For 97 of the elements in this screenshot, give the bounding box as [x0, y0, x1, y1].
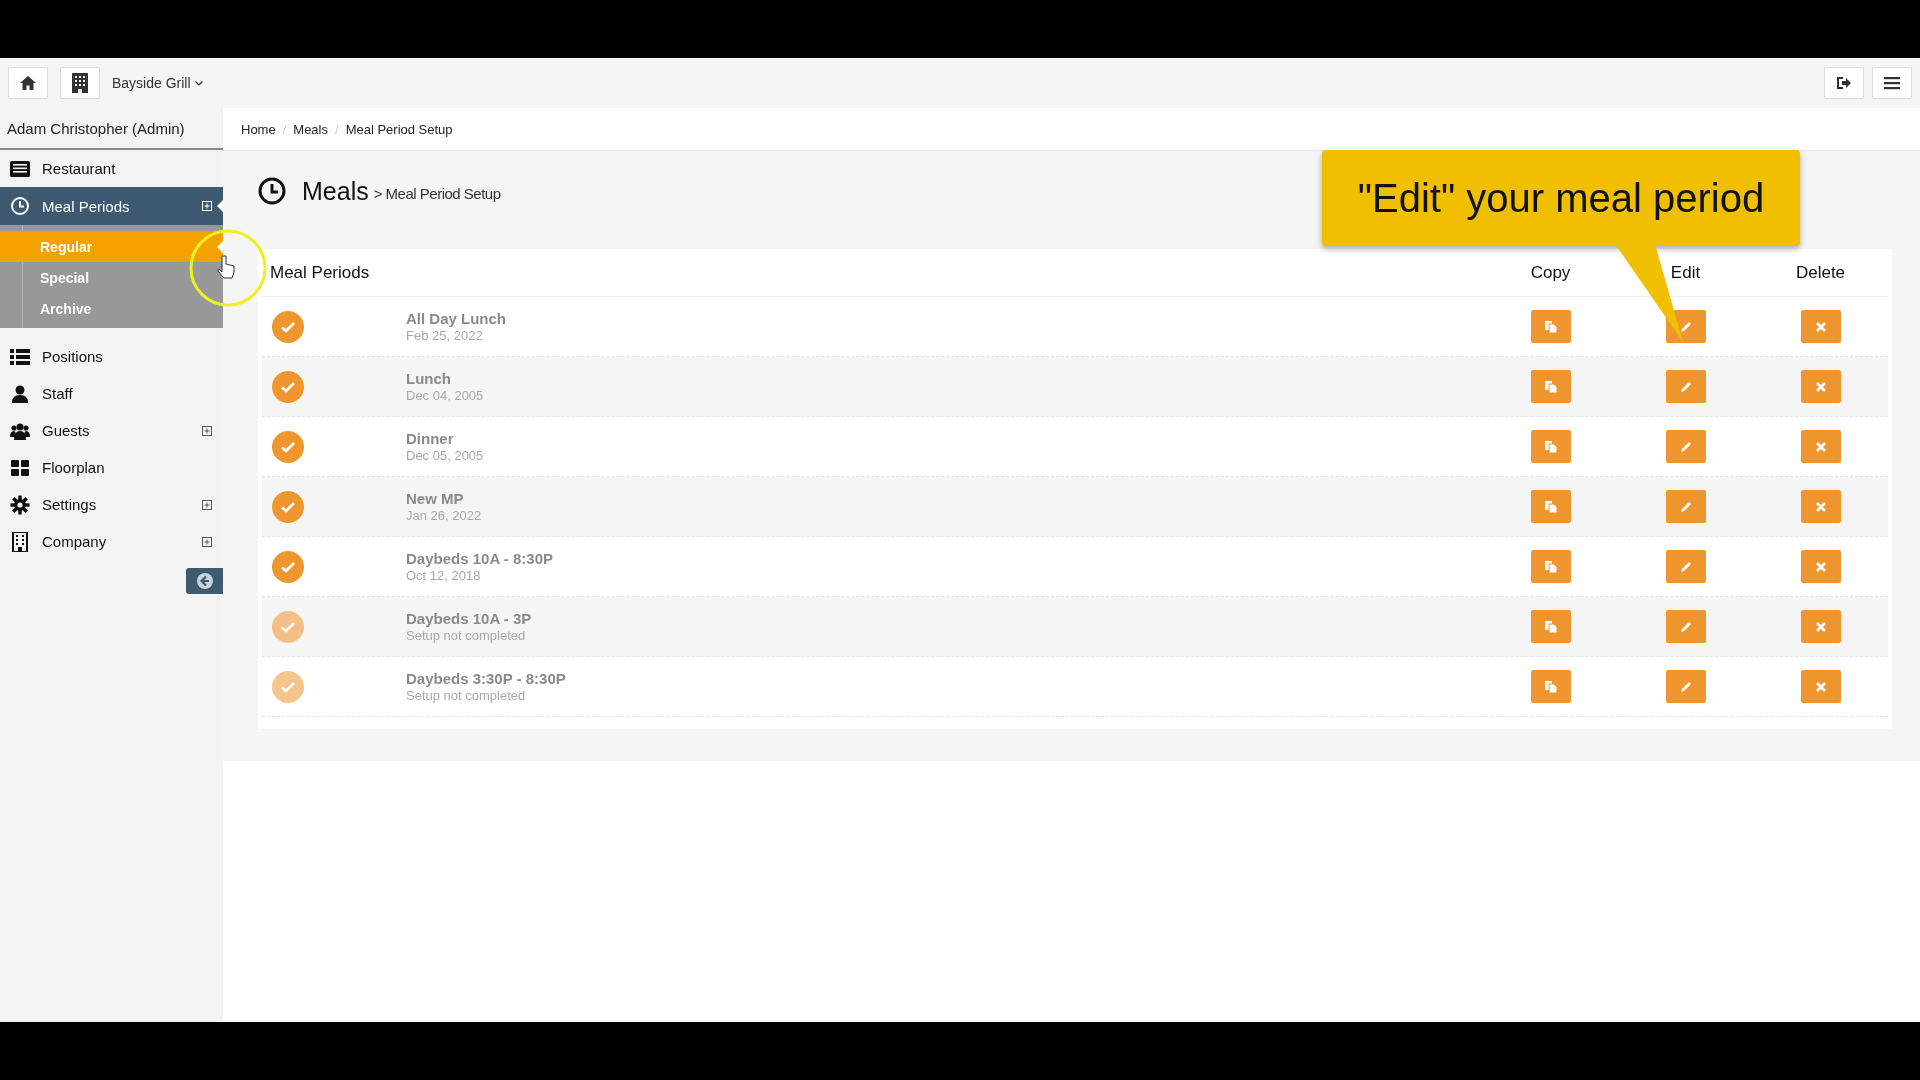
menu-icon: [1884, 76, 1900, 90]
edit-button[interactable]: [1665, 370, 1706, 403]
meal-period-detail: Dec 05, 2005: [406, 448, 485, 463]
edit-button[interactable]: [1665, 490, 1706, 523]
logout-icon: [1836, 76, 1852, 90]
meal-period-name: Daybeds 10A - 8:30P: [406, 550, 554, 567]
list-icon: [10, 158, 30, 179]
copy-button[interactable]: [1530, 670, 1571, 703]
edit-button[interactable]: [1665, 670, 1706, 703]
copy-button[interactable]: [1530, 310, 1571, 343]
copy-button[interactable]: [1530, 490, 1571, 523]
copy-icon: [1543, 499, 1558, 514]
breadcrumb-link[interactable]: Meals: [293, 121, 328, 137]
delete-button[interactable]: [1800, 370, 1841, 403]
breadcrumb-link[interactable]: Meal Period Setup: [345, 121, 453, 137]
copy-icon: [1543, 319, 1558, 334]
close-icon: [1814, 500, 1827, 513]
meal-period-name: Dinner: [406, 430, 455, 447]
pencil-icon: [1678, 559, 1693, 574]
close-icon: [1814, 680, 1827, 693]
meal-period-detail: Jan 26, 2022: [406, 508, 483, 523]
page-subtitle: > Meal Period Setup: [373, 185, 501, 202]
collapse-button[interactable]: [186, 568, 223, 594]
list-icon: [10, 346, 30, 367]
copy-button[interactable]: [1530, 610, 1571, 643]
delete-button[interactable]: [1800, 490, 1841, 523]
pencil-icon: [1678, 319, 1693, 334]
meal-period-detail: Setup not completed: [406, 628, 527, 643]
pencil-icon: [1678, 439, 1693, 454]
clock-icon: [258, 177, 286, 205]
logout-button[interactable]: [1824, 67, 1864, 99]
menu-button[interactable]: [1872, 67, 1912, 99]
close-icon: [1814, 440, 1827, 453]
expand-icon[interactable]: [202, 499, 212, 510]
pencil-icon: [1678, 379, 1693, 394]
delete-button[interactable]: [1800, 670, 1841, 703]
callout-text: "Edit" your meal period: [1357, 175, 1765, 221]
sidebar-item[interactable]: Company: [0, 523, 223, 560]
delete-button[interactable]: [1800, 550, 1841, 583]
copy-icon: [1543, 559, 1558, 574]
expand-icon[interactable]: [202, 536, 212, 547]
meal-period-detail: Setup not completed: [406, 688, 527, 703]
home-icon: [20, 76, 36, 90]
meal-period-name: New MP: [406, 490, 465, 507]
expand-icon[interactable]: [202, 425, 212, 436]
meal-period-name: All Day Lunch: [406, 310, 507, 327]
person-icon: [10, 383, 30, 404]
delete-button[interactable]: [1800, 310, 1841, 343]
breadcrumb-separator: /: [282, 121, 287, 137]
sidebar-item[interactable]: Guests: [0, 412, 223, 449]
sidebar-item[interactable]: Positions: [0, 338, 223, 375]
column-header: Edit: [1669, 262, 1702, 283]
edit-button[interactable]: [1665, 550, 1706, 583]
meal-period-name: Daybeds 3:30P - 8:30P: [406, 670, 567, 687]
meal-period-detail: Feb 25, 2022: [406, 328, 484, 343]
column-header: Meal Periods: [269, 262, 370, 283]
grid-icon: [10, 457, 30, 478]
building-button[interactable]: [60, 67, 100, 99]
breadcrumb-link[interactable]: Home: [241, 121, 276, 137]
delete-button[interactable]: [1800, 430, 1841, 463]
edit-button[interactable]: [1665, 430, 1706, 463]
sidebar-item[interactable]: Restaurant: [0, 150, 223, 187]
delete-button[interactable]: [1800, 610, 1841, 643]
copy-button[interactable]: [1530, 370, 1571, 403]
meal-period-detail: Oct 12, 2018: [406, 568, 482, 583]
home-button[interactable]: [8, 67, 48, 99]
copy-icon: [1543, 619, 1558, 634]
copy-icon: [1543, 439, 1558, 454]
close-icon: [1814, 620, 1827, 633]
copy-button[interactable]: [1530, 430, 1571, 463]
sidebar-item[interactable]: Staff: [0, 375, 223, 412]
venue-dropdown[interactable]: Bayside Grill: [112, 75, 203, 91]
building-icon: [10, 531, 30, 552]
breadcrumb-separator: /: [335, 121, 339, 137]
copy-button[interactable]: [1530, 550, 1571, 583]
meal-period-detail: Dec 04, 2005: [406, 388, 485, 403]
close-icon: [1814, 560, 1827, 573]
column-header: Copy: [1529, 262, 1572, 283]
sidebar-item[interactable]: Settings: [0, 486, 223, 523]
meal-period-name: Daybeds 10A - 3P: [406, 610, 533, 627]
pencil-icon: [1678, 499, 1693, 514]
close-icon: [1814, 320, 1827, 333]
copy-icon: [1543, 379, 1558, 394]
building-icon: [72, 73, 88, 93]
column-header: Delete: [1794, 262, 1847, 283]
page-title: Meals: [302, 176, 369, 206]
edit-button[interactable]: [1665, 610, 1706, 643]
pencil-icon: [1678, 679, 1693, 694]
copy-icon: [1543, 679, 1558, 694]
clock-icon: [10, 196, 30, 216]
gear-icon: [10, 494, 30, 515]
sidebar-item[interactable]: Floorplan: [0, 449, 223, 486]
meal-period-name: Lunch: [406, 370, 452, 387]
close-icon: [1814, 380, 1827, 393]
caret-icon: [194, 80, 203, 86]
sidebar-item[interactable]: Meal Periods: [0, 187, 223, 225]
pencil-icon: [1678, 619, 1693, 634]
